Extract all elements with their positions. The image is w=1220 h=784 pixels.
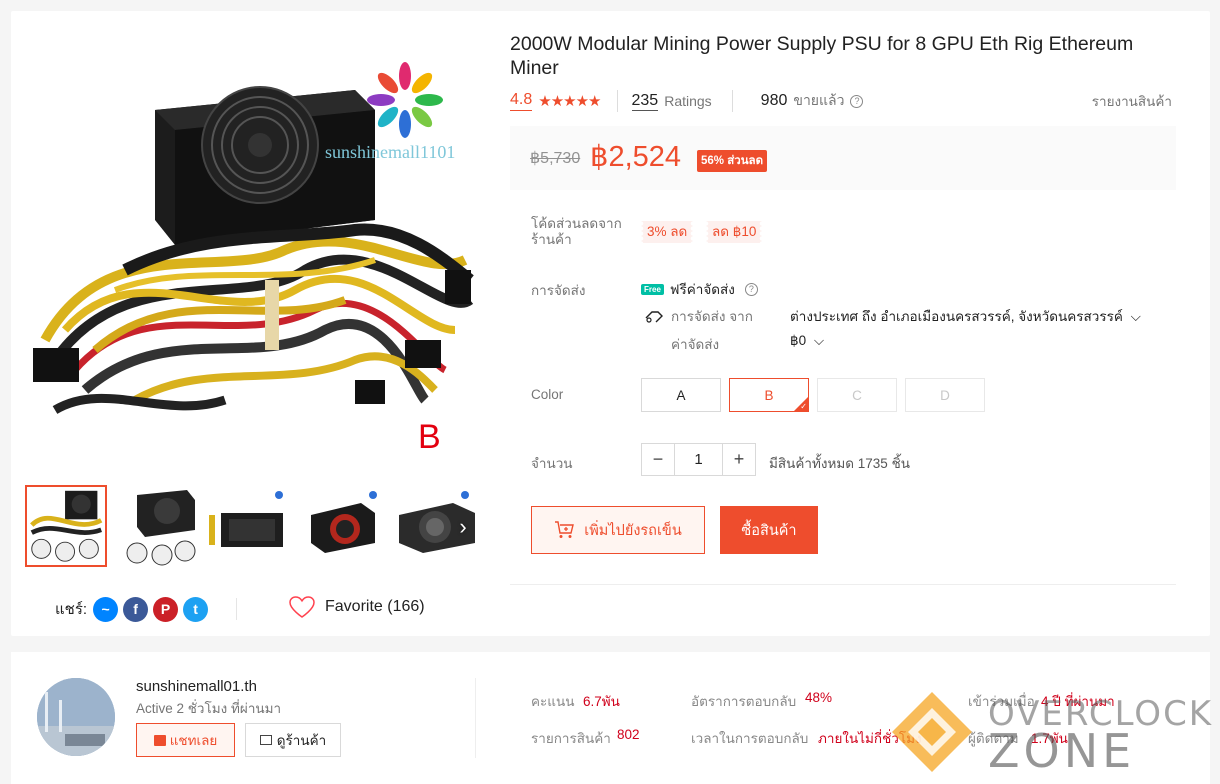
stat-value-products[interactable]: 802 (617, 727, 640, 742)
thumbnail-3[interactable] (209, 485, 291, 567)
shop-name[interactable]: sunshinemall01.th (136, 678, 257, 695)
color-label: Color (531, 387, 564, 402)
chevron-down-icon: ⌵ (813, 333, 825, 348)
store-icon (259, 735, 272, 745)
stat-value-followers: 1.7พัน (1031, 731, 1068, 746)
sold-count: 980 (760, 92, 788, 109)
truck-icon (645, 311, 663, 323)
report-link[interactable]: รายงานสินค้า (1092, 90, 1172, 112)
chevron-down-icon: ⌵ (1130, 309, 1141, 324)
shipping-cost-label: ค่าจัดส่ง (671, 337, 720, 352)
shipping-label: การจัดส่ง (531, 283, 586, 298)
free-shipping-label: ฟรีค่าจัดส่ง (669, 282, 735, 297)
check-icon: ✓ (800, 402, 807, 411)
free-shipping: Free ฟรีค่าจัดส่ง ? (641, 278, 758, 300)
stat-label-rating: คะแนน (531, 694, 575, 709)
thumbnail-4[interactable] (301, 485, 383, 567)
view-shop-button[interactable]: ดูร้านค้า (245, 723, 341, 757)
price-box: ฿5,730 ฿2,524 56% ส่วนลด (510, 126, 1176, 190)
chat-label: แชทเลย (169, 733, 218, 748)
voucher-label: โค้ดส่วนลดจากร้านค้า (531, 216, 622, 247)
heart-icon (289, 596, 315, 618)
share-label: แชร์: (55, 601, 88, 618)
sold-separator (731, 90, 733, 112)
ratings-label: Ratings (664, 93, 712, 109)
shipping-destination-text: ต่างประเทศ ถึง อำเภอเมืองนครสวรรค์, จังห… (790, 309, 1123, 324)
product-title: 2000W Modular Mining Power Supply PSU fo… (510, 33, 1134, 79)
ratings-count[interactable]: 235 (631, 92, 659, 111)
twitter-icon[interactable]: t (183, 596, 209, 622)
buy-now-button[interactable]: ซื้อสินค้า (720, 506, 818, 554)
thumbnail-2[interactable] (117, 485, 199, 567)
current-price: ฿2,524 (590, 141, 682, 173)
stat-label-joined: เข้าร่วมเมื่อ (968, 694, 1035, 709)
stat-value-rating: 6.7พัน (583, 694, 620, 709)
shipping-destination[interactable]: ต่างประเทศ ถึง อำเภอเมืองนครสวรรค์, จังห… (790, 305, 1141, 327)
quantity-input[interactable]: 1 (674, 444, 723, 475)
voucher-chip-2[interactable]: ลด ฿10 (706, 221, 763, 243)
rating-value[interactable]: 4.8 (510, 91, 533, 111)
ship-from-label: การจัดส่ง จาก (671, 309, 753, 324)
image-watermark-text: sunshinemall1101 (325, 142, 456, 162)
quantity-label: จำนวน (531, 456, 573, 471)
color-option-c[interactable]: C (817, 378, 897, 412)
question-icon[interactable]: ? (850, 94, 864, 108)
stock-info: มีสินค้าทั้งหมด 1735 ชิ้น (769, 456, 910, 471)
sold-label: ขายแล้ว (793, 92, 845, 108)
original-price: ฿5,730 (530, 150, 581, 167)
stat-label-products: รายการสินค้า (531, 731, 611, 746)
free-shipping-icon: Free (641, 283, 664, 295)
ship-from-row: การจัดส่ง จาก (645, 305, 753, 327)
shop-active-status: Active 2 ชั่วโมง ที่ผ่านมา (136, 701, 282, 716)
avatar-image (37, 678, 115, 756)
shipping-cost-value: ฿0 (790, 333, 807, 348)
color-option-d[interactable]: D (905, 378, 985, 412)
color-option-a[interactable]: A (641, 378, 721, 412)
pinterest-icon[interactable]: P (153, 596, 179, 622)
section-divider (510, 584, 1176, 585)
share-row: แชร์: ~ f P t (55, 596, 213, 622)
stat-label-response-rate: อัตราการตอบกลับ (691, 694, 797, 709)
variant-marker: B (418, 418, 441, 456)
stat-value-response-time: ภายในไม่กี่ชั่วโมง (818, 731, 922, 746)
psu-image (25, 30, 477, 475)
add-to-cart-button[interactable]: เพิ่มไปยังรถเข็น (531, 506, 705, 554)
messenger-icon[interactable]: ~ (93, 596, 119, 622)
quantity-increase-button[interactable]: + (723, 444, 755, 475)
question-icon[interactable]: ? (744, 282, 758, 296)
add-to-cart-label: เพิ่มไปยังรถเข็น (584, 522, 682, 539)
share-divider (236, 598, 237, 620)
stat-label-followers: ผู้ติดตาม (968, 731, 1019, 746)
shop-divider (475, 678, 476, 758)
thumbnail-1[interactable] (25, 485, 107, 567)
chat-button[interactable]: แชทเลย (136, 723, 235, 757)
favorite-button[interactable]: Favorite (166) (289, 596, 425, 618)
stat-label-response-time: เวลาในการตอบกลับ (691, 731, 809, 746)
color-option-b-label: B (764, 387, 774, 403)
star-icons: ★★★★★ (538, 93, 601, 110)
shipping-cost[interactable]: ฿0 ⌵ (790, 333, 824, 349)
favorite-label: Favorite (166) (325, 598, 425, 615)
facebook-icon[interactable]: f (123, 596, 149, 622)
shop-avatar[interactable] (37, 678, 115, 756)
rating-row: 4.8 ★★★★★ 235 Ratings 980 ขายแล้ว ? รายง… (510, 90, 1172, 112)
discount-badge: 56% ส่วนลด (697, 150, 768, 172)
view-shop-label: ดูร้านค้า (276, 733, 327, 748)
product-main-image[interactable]: sunshinemall1101 B (25, 30, 477, 475)
stat-value-joined: 4 ปี ที่ผ่านมา (1041, 694, 1115, 709)
thumbnail-strip: › (25, 485, 475, 569)
quantity-decrease-button[interactable]: − (642, 444, 674, 475)
chevron-right-icon[interactable]: › (453, 515, 473, 539)
chat-icon (153, 734, 166, 746)
stat-value-response-rate: 48% (805, 690, 833, 705)
rating-separator (616, 90, 618, 112)
color-option-b[interactable]: B ✓ (729, 378, 809, 412)
cart-icon (555, 521, 575, 538)
quantity-stepper: − 1 + (641, 443, 756, 476)
voucher-chip-1[interactable]: 3% ลด (641, 221, 694, 243)
